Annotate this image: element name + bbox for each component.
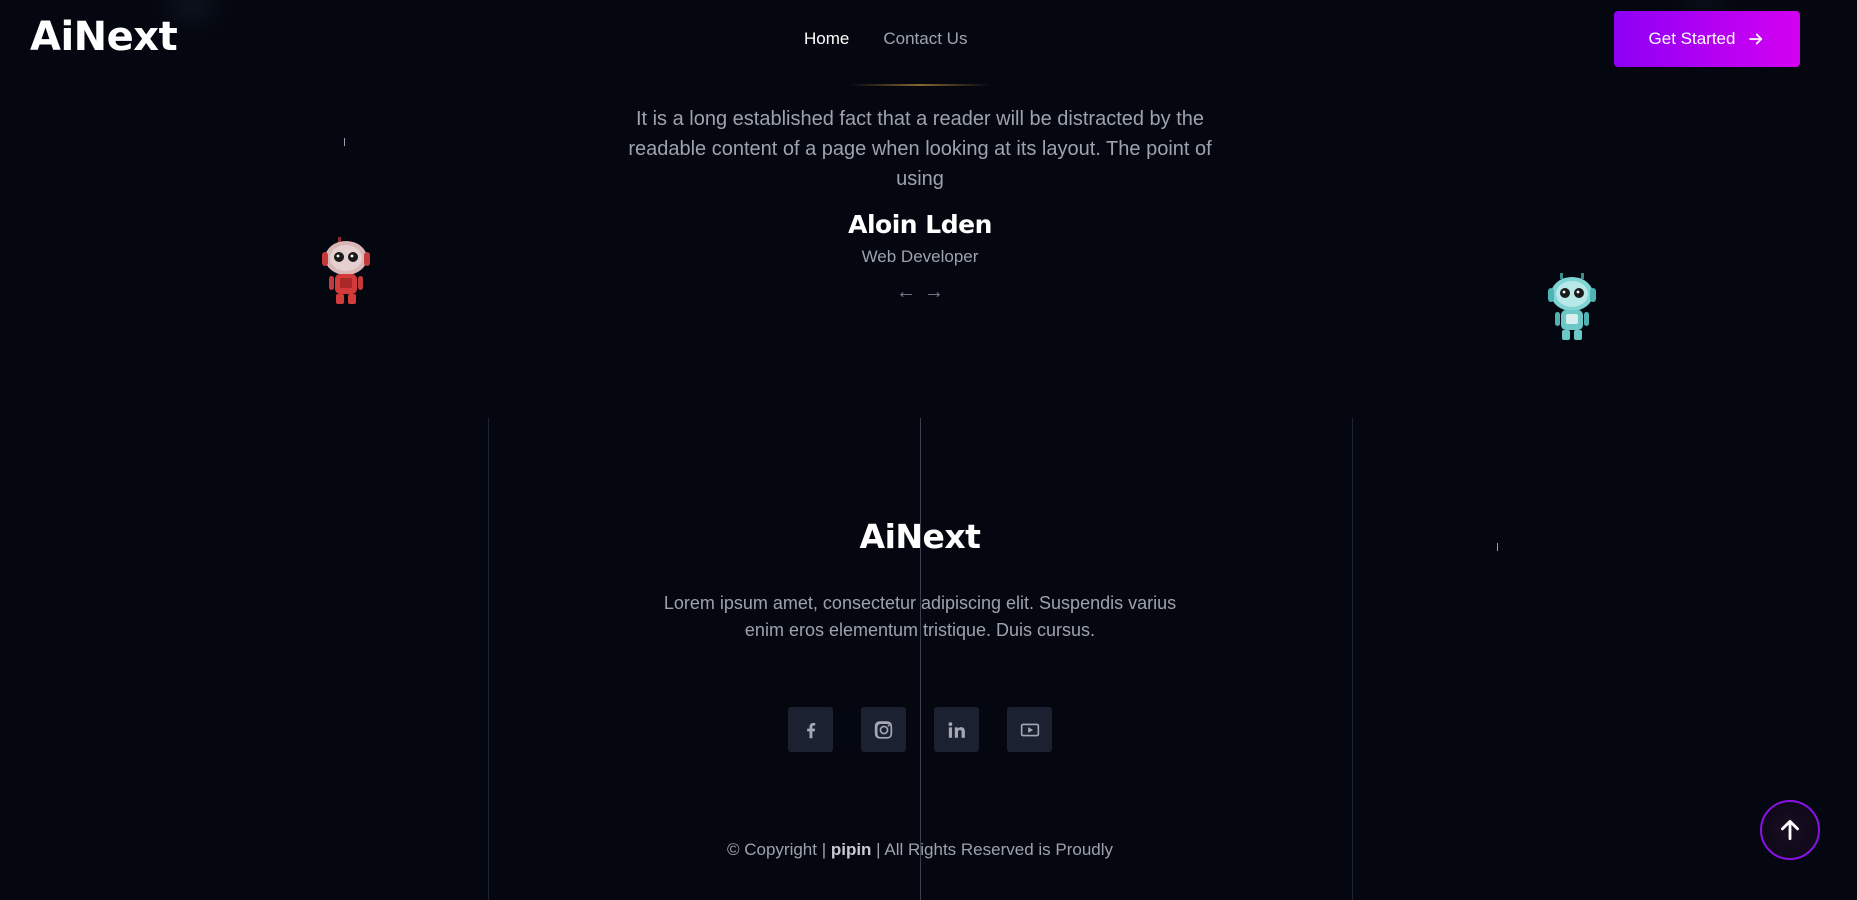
footer-logo[interactable]: AiNext [800, 517, 1040, 556]
testimonial-controls: ← → [628, 281, 1212, 304]
spark-decoration [1497, 543, 1498, 551]
get-started-button[interactable]: Get Started [1614, 11, 1800, 67]
next-arrow-icon[interactable]: → [924, 281, 944, 304]
arrow-right-icon [1749, 33, 1763, 45]
grid-line-right [1352, 418, 1353, 900]
arrow-up-icon [1781, 819, 1799, 841]
copyright-brand-link[interactable]: pipin [831, 840, 872, 859]
section-divider [850, 84, 990, 86]
youtube-link[interactable] [1007, 707, 1052, 752]
youtube-icon [1020, 723, 1039, 736]
nav-contact-link[interactable]: Contact Us [883, 29, 967, 49]
teal-robot-illustration [1548, 273, 1596, 340]
copyright-text: © Copyright | pipin | All Rights Reserve… [620, 840, 1220, 860]
facebook-link[interactable] [788, 707, 833, 752]
main-nav: Home Contact Us [804, 29, 967, 49]
page: AiNext Home Contact Us Get Started It is… [0, 0, 1857, 900]
grid-line-center [920, 418, 921, 900]
red-robot-illustration [322, 237, 370, 304]
instagram-icon [874, 720, 892, 739]
social-links [788, 707, 1052, 752]
testimonial-slide: It is a long established fact that a rea… [628, 104, 1212, 304]
header-logo[interactable]: AiNext [30, 14, 178, 60]
copyright-suffix: | All Rights Reserved is Proudly [871, 840, 1114, 859]
testimonial-author-role: Web Developer [861, 247, 979, 266]
linkedin-link[interactable] [934, 707, 979, 752]
prev-arrow-icon[interactable]: ← [896, 281, 916, 304]
site-header: AiNext Home Contact Us Get Started [0, 0, 1857, 78]
nav-home-link[interactable]: Home [804, 29, 849, 49]
copyright-prefix: © Copyright | [726, 840, 831, 859]
grid-line-left [488, 418, 489, 900]
testimonial-author-name: Aloin Lden [848, 210, 992, 239]
spark-decoration [344, 138, 345, 146]
get-started-label: Get Started [1648, 29, 1736, 48]
scroll-to-top-button[interactable] [1760, 800, 1820, 860]
facebook-icon [806, 722, 815, 738]
footer-description: Lorem ipsum amet, consectetur adipiscing… [663, 593, 1177, 640]
testimonial-quote: It is a long established fact that a rea… [628, 108, 1212, 190]
linkedin-icon [948, 721, 965, 738]
instagram-link[interactable] [861, 707, 906, 752]
